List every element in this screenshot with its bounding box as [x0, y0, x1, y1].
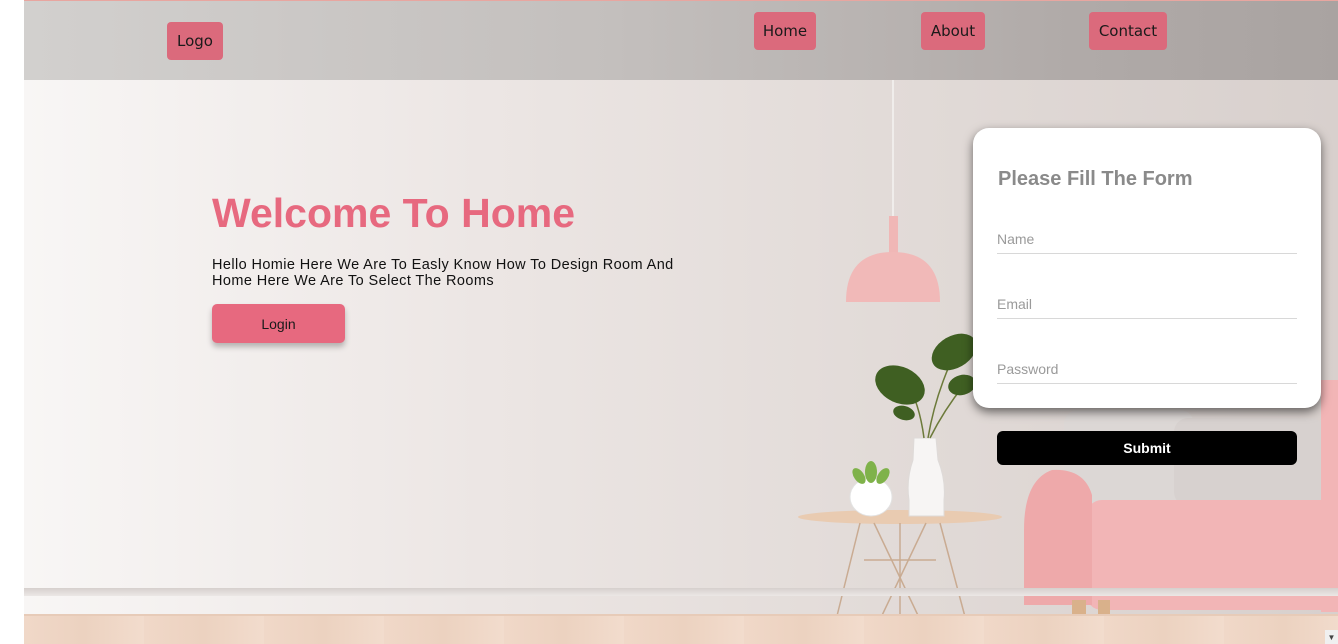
submit-button[interactable]: Submit — [997, 431, 1297, 465]
lamp-shade — [846, 252, 940, 302]
sofa-arm-right — [1321, 380, 1338, 612]
navbar: Logo Home About Contact — [24, 1, 1338, 80]
nav-about-button[interactable]: About — [921, 12, 985, 50]
email-field[interactable]: Email — [997, 289, 1297, 319]
name-field[interactable]: Name — [997, 224, 1297, 254]
succulent — [852, 461, 890, 484]
small-pot — [849, 477, 893, 517]
nav-home-button[interactable]: Home — [754, 12, 816, 50]
wall-trim — [24, 588, 1338, 596]
login-button[interactable]: Login — [212, 304, 345, 343]
hero-title: Welcome To Home — [212, 190, 575, 236]
logo-button[interactable]: Logo — [167, 22, 223, 60]
password-field[interactable]: Password — [997, 354, 1297, 384]
nav-contact-button[interactable]: Contact — [1089, 12, 1167, 50]
form-title: Please Fill The Form — [998, 168, 1193, 190]
wood-floor — [24, 614, 1338, 644]
table-legs — [833, 522, 969, 629]
floor-edge — [24, 614, 1338, 616]
vase — [907, 437, 945, 517]
table-top — [798, 510, 1002, 524]
monstera-leaves — [875, 333, 977, 421]
page-background: Logo Home About Contact Welcome To Home … — [24, 0, 1338, 644]
hero-description: Hello Homie Here We Are To Easly Know Ho… — [212, 257, 674, 289]
signup-form-card: Please Fill The Form Name Email Password — [973, 128, 1321, 408]
chevron-down-icon[interactable]: ▼ — [1325, 630, 1338, 644]
